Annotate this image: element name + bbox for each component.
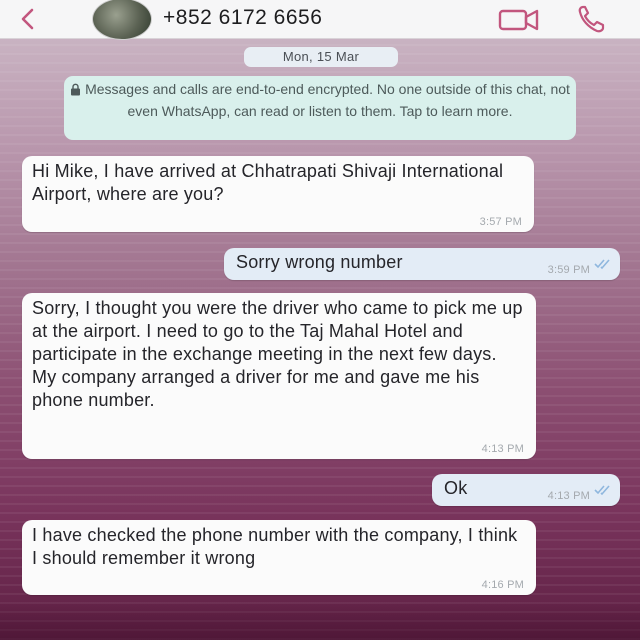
contact-avatar[interactable] (92, 0, 152, 40)
message-time: 4:16 PM (481, 579, 524, 591)
lock-icon (70, 81, 81, 101)
chat-header: +852 6172 6656 (0, 0, 640, 40)
chevron-left-icon (21, 8, 34, 30)
phone-icon (578, 5, 605, 33)
message-time: 4:13 PM (547, 490, 590, 502)
voice-call-button[interactable] (575, 3, 611, 35)
date-divider: Mon, 15 Mar (244, 47, 398, 67)
wallpaper-bottom-shade (0, 600, 640, 640)
message-bubble-incoming[interactable]: Sorry, I thought you were the driver who… (22, 293, 536, 459)
message-bubble-outgoing[interactable]: Sorry wrong number 3:59 PM (224, 248, 620, 280)
message-text: Sorry, I thought you were the driver who… (32, 298, 523, 410)
message-text: Hi Mike, I have arrived at Chhatrapati S… (32, 161, 504, 204)
double-check-icon (594, 479, 612, 502)
message-bubble-outgoing[interactable]: Ok 4:13 PM (432, 474, 620, 506)
message-bubble-incoming[interactable]: I have checked the phone number with the… (22, 520, 536, 595)
message-time: 3:59 PM (547, 264, 590, 276)
message-time: 4:13 PM (481, 443, 524, 455)
back-button[interactable] (10, 2, 44, 36)
contact-number[interactable]: +852 6172 6656 (163, 3, 322, 33)
video-camera-icon (498, 9, 539, 31)
message-time: 3:57 PM (479, 216, 522, 228)
double-check-icon (594, 253, 612, 276)
message-text: I have checked the phone number with the… (32, 525, 518, 568)
encryption-notice-text: Messages and calls are end-to-end encryp… (85, 81, 570, 119)
encryption-notice[interactable]: Messages and calls are end-to-end encryp… (64, 76, 576, 140)
message-bubble-incoming[interactable]: Hi Mike, I have arrived at Chhatrapati S… (22, 156, 534, 232)
video-call-button[interactable] (497, 4, 543, 34)
